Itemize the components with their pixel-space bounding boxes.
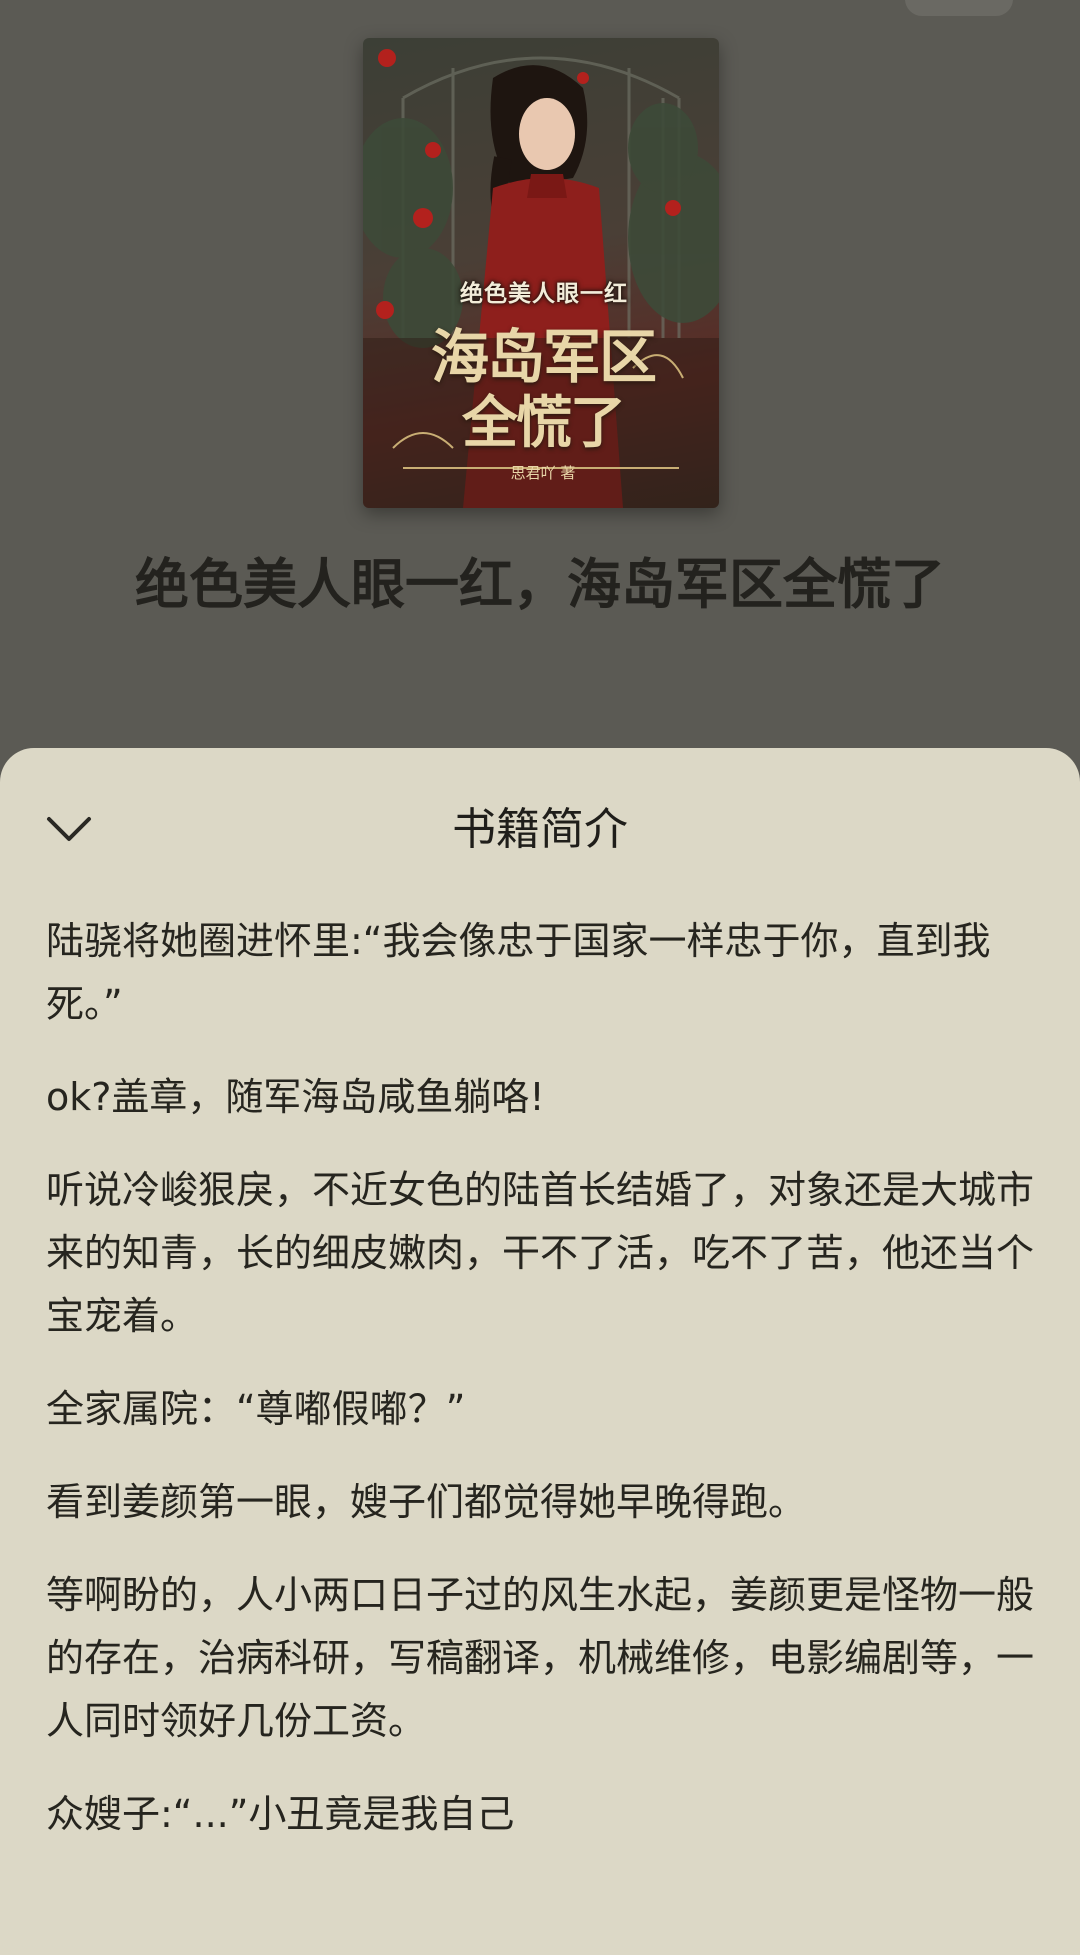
cover-author: 思君吖 著 [510,464,576,482]
description-paragraph: 等啊盼的，人小两口日子过的风生水起，姜颜更是怪物一般的存在，治病科研，写稿翻译，… [46,1573,1035,1743]
description-paragraph: ok?盖章，随军海岛咸鱼躺咯! [46,1075,545,1119]
book-cover[interactable]: 绝色美人眼一红 海岛军区 全慌了 思君吖 著 [363,38,719,508]
book-description: 陆骁将她圈进怀里:“我会像忠于国家一样忠于你，直到我死。” ok?盖章，随军海岛… [46,910,1046,1876]
book-title: 绝色美人眼一红，海岛军区全慌了 [135,553,945,616]
description-paragraph: 众嫂子:“...”小丑竟是我自己 [46,1792,515,1836]
sheet-header: 书籍简介 [0,748,1080,926]
book-intro-sheet: 书籍简介 陆骁将她圈进怀里:“我会像忠于国家一样忠于你，直到我死。” ok?盖章… [0,748,1080,1955]
cover-title-line2: 全慌了 [462,390,626,456]
description-paragraph: 听说冷峻狠戾，不近女色的陆首长结婚了，对象还是大城市来的知青，长的细皮嫩肉，干不… [46,1168,1035,1338]
sheet-title: 书籍简介 [452,804,628,855]
top-pill-button[interactable] [905,0,1013,16]
cover-subtitle: 绝色美人眼一红 [460,280,628,307]
description-paragraph: 看到姜颜第一眼，嫂子们都觉得她早晚得跑。 [46,1480,807,1524]
book-detail-page: 绝色美人眼一红 海岛军区 全慌了 思君吖 著 绝色美人眼一红，海岛军区全慌了 书… [0,0,1080,1955]
description-paragraph: 全家属院：“尊嘟假嘟？” [46,1387,466,1431]
description-paragraph: 陆骁将她圈进怀里:“我会像忠于国家一样忠于你，直到我死。” [46,919,991,1026]
